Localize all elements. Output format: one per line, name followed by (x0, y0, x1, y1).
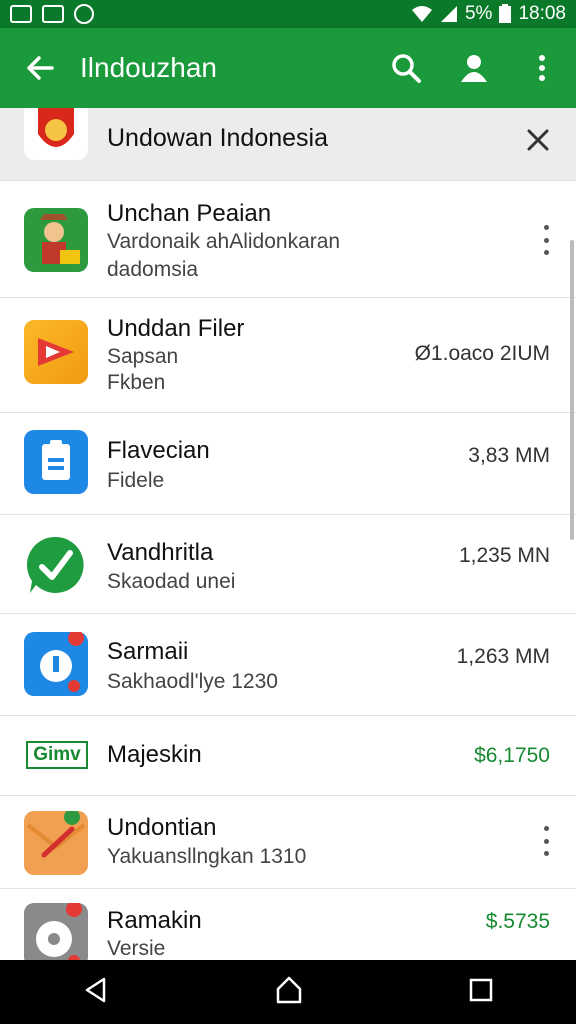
clipboard-app-icon (24, 430, 88, 494)
list-item[interactable]: Gimv Majeskin $6,1750 (0, 716, 576, 796)
item-size: 3,83 MM (468, 444, 550, 467)
item-subtitle: Sakhaodl'lye 1230 (107, 670, 278, 693)
gallery-notification-icon (10, 5, 32, 23)
list-item[interactable]: Vandhritla Skaodad unei 1,235 MN (0, 515, 576, 614)
item-title: Sarmaii (107, 638, 189, 665)
triangle-back-icon (85, 977, 106, 1002)
person-icon (461, 55, 487, 82)
signal-icon (440, 6, 457, 22)
nav-recents-button[interactable] (468, 977, 494, 1008)
wifi-icon (411, 6, 432, 22)
square-recents-icon (469, 978, 493, 1001)
item-title: Unddan Filer (107, 315, 245, 342)
close-icon (527, 129, 549, 151)
overflow-menu-button[interactable] (508, 28, 576, 108)
scrollbar[interactable] (570, 240, 574, 540)
close-button[interactable] (526, 128, 550, 157)
app-bar: Ilndouzhan (0, 28, 576, 108)
list-item[interactable]: Unchan Peaian Vardonaik ahAlidonkaran da… (0, 181, 576, 298)
item-title: Undontian (107, 814, 217, 841)
item-badge: Gimv (26, 741, 88, 769)
list-item[interactable]: Unddan Filer Sapsan Fkben Ø1.oaco 2IUM (0, 298, 576, 413)
item-price: $6,1750 (474, 744, 550, 767)
item-title: Vandhritla (107, 539, 214, 566)
arrow-left-icon (27, 56, 54, 80)
clock: 18:08 (518, 3, 566, 24)
item-detail: dadomsia (107, 258, 199, 281)
account-button[interactable] (440, 28, 508, 108)
item-title: Ramakin (107, 907, 202, 934)
list-item[interactable]: Sarmaii Sakhaodl'lye 1230 1,263 MM (0, 614, 576, 716)
item-subtitle: Versie (107, 937, 166, 960)
item-size: Ø1.oaco 2IUM (414, 342, 550, 365)
item-menu-button[interactable] (538, 225, 554, 255)
nav-home-button[interactable] (274, 975, 304, 1010)
item-title: Flavecian (107, 437, 210, 464)
nav-back-button[interactable] (82, 976, 110, 1009)
item-size: 1,235 MN (458, 544, 550, 567)
item-price: $.5735 (485, 910, 550, 933)
battery-percent: 5% (464, 3, 493, 24)
check-chat-app-icon (24, 533, 88, 597)
lock-app-icon (24, 630, 88, 696)
battery-icon (499, 4, 512, 23)
home-icon (276, 976, 302, 1003)
header-item-title: Undowan Indonesia (107, 124, 328, 152)
app-notification-icon (74, 4, 94, 24)
item-title: Majeskin (107, 741, 202, 768)
navigation-bar (0, 960, 576, 1024)
item-title: Unchan Peaian (107, 200, 272, 227)
item-subtitle: Skaodad unei (107, 570, 236, 593)
item-menu-button[interactable] (538, 826, 554, 856)
status-bar: 5% 18:08 (0, 0, 576, 28)
page-title: Ilndouzhan (80, 52, 218, 83)
search-button[interactable] (372, 28, 440, 108)
camera-notification-icon (42, 5, 64, 23)
video-app-icon (24, 320, 88, 384)
item-subtitle: Yakuansllngkan 1310 (107, 845, 307, 868)
item-subtitle: Sapsan (107, 345, 179, 368)
disk-app-icon (24, 901, 88, 967)
header-item[interactable]: Undowan Indonesia (0, 108, 576, 181)
envelope-app-icon (24, 809, 88, 875)
more-vert-icon (539, 55, 545, 81)
indonesia-emblem-icon (24, 108, 88, 160)
item-subtitle: Fidele (107, 469, 165, 492)
item-subtitle: Vardonaik ahAlidonkaran (107, 230, 341, 253)
item-size: 1,263 MM (456, 645, 550, 668)
back-button[interactable] (0, 28, 80, 108)
list-item[interactable]: Flavecian Fidele 3,83 MM (0, 413, 576, 515)
list-item[interactable]: Undontian Yakuansllngkan 1310 (0, 796, 576, 889)
app-list: Undowan Indonesia Unchan Peaian Vardonai… (0, 108, 576, 979)
search-icon (392, 54, 421, 83)
character-app-icon (24, 208, 88, 272)
item-detail: Fkben (107, 371, 166, 394)
